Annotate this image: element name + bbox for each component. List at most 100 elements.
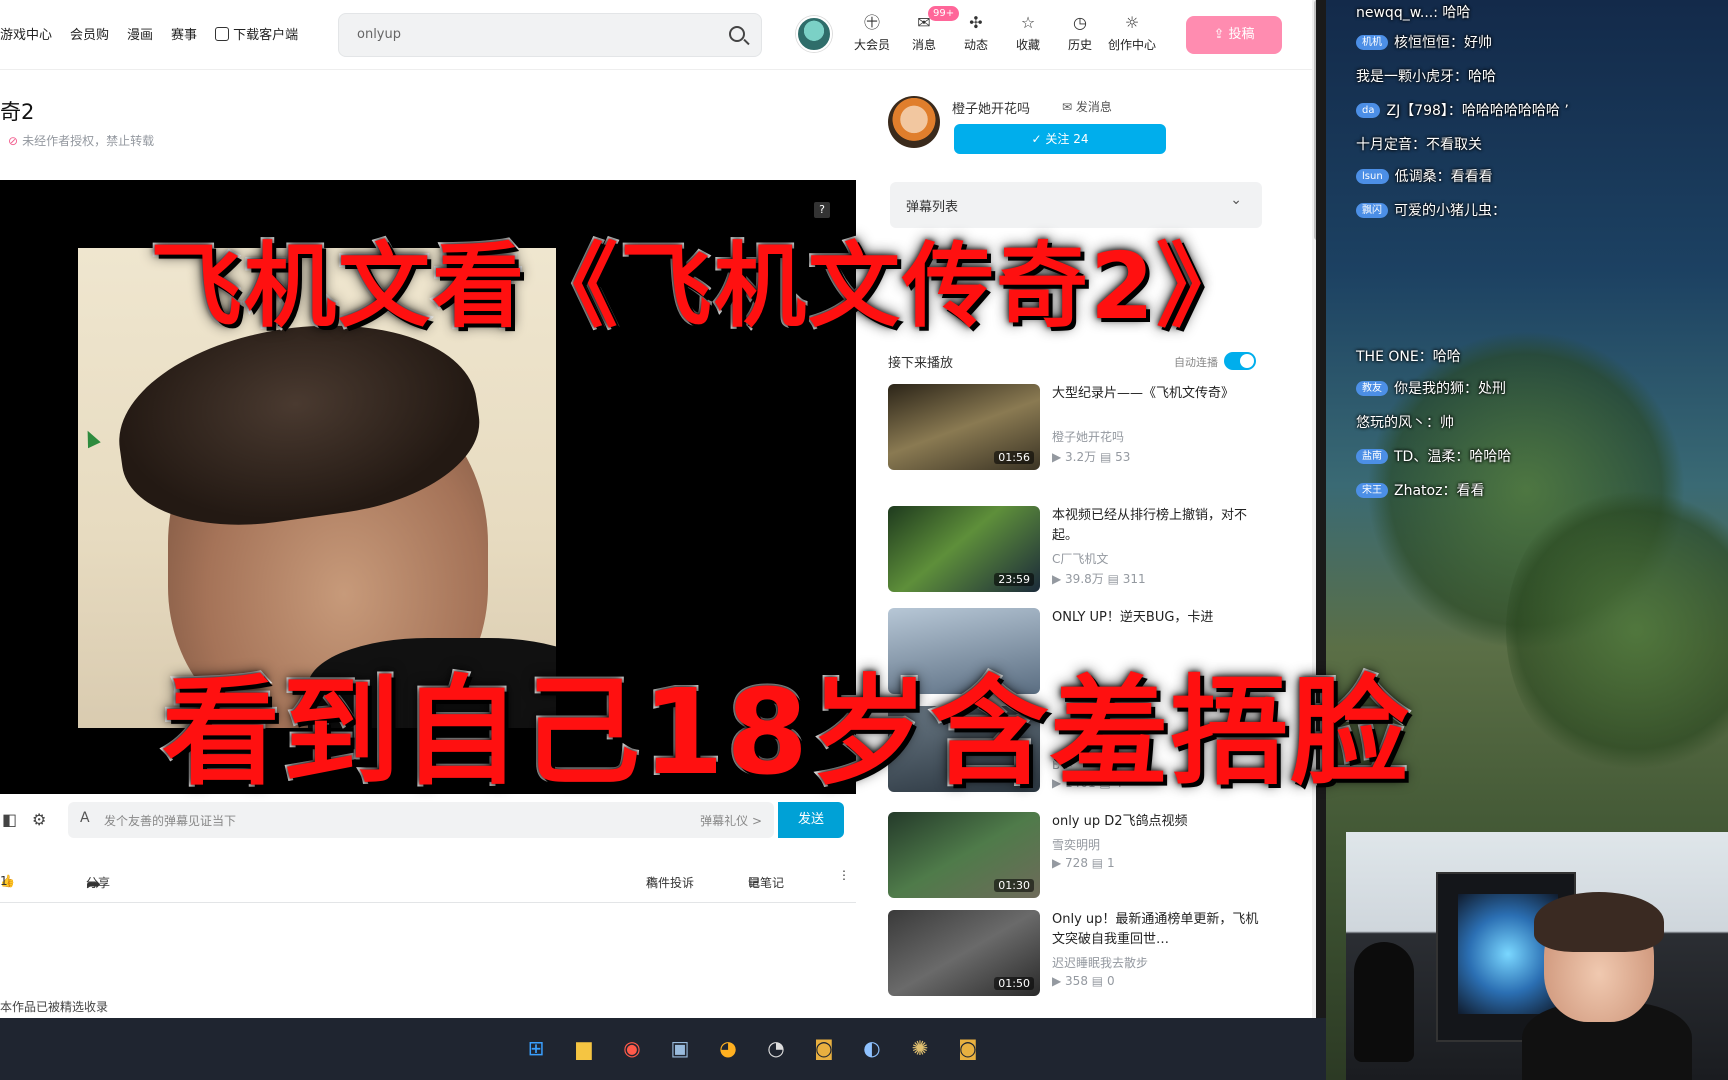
- follow-button[interactable]: ✓ 关注 24: [954, 124, 1166, 154]
- game-app-icon[interactable]: ✺: [902, 1030, 938, 1066]
- window-icon[interactable]: ▣: [662, 1030, 698, 1066]
- fan-badge: 机机: [1356, 35, 1388, 50]
- rec-thumbnail[interactable]: 01:56: [888, 384, 1040, 470]
- toolbar-history[interactable]: ◷ 历史: [1054, 14, 1106, 53]
- rec-item[interactable]: 23:59 本视频已经从排行榜上撤销，对不起。 C厂飞机文 ▶ 39.8万 ▤ …: [888, 506, 1268, 596]
- rec-thumbnail[interactable]: 01:30: [888, 812, 1040, 898]
- chat-text: 你是我的狮：处刑: [1394, 381, 1506, 397]
- toolbar-messages-label: 消息: [911, 38, 936, 52]
- danmaku-settings-icon[interactable]: ⚙: [32, 810, 46, 829]
- caption-line-1: 飞机文看《飞机文传奇2》: [148, 231, 1251, 342]
- rec-views: 728: [1065, 856, 1088, 870]
- danmaku-toggle-icon[interactable]: ◧: [2, 810, 17, 829]
- more-icon[interactable]: ⋮: [838, 868, 850, 882]
- chat-text: THE ONE：哈哈: [1356, 349, 1461, 365]
- scrollbar-thumb[interactable]: [1314, 0, 1316, 240]
- rec-title[interactable]: ONLY UP！逆天BUG，卡进: [1052, 608, 1264, 628]
- toolbar-favorites-label: 收藏: [1015, 38, 1040, 52]
- fan-badge: da: [1356, 103, 1381, 118]
- copyright-text: 未经作者授权，禁止转载: [22, 134, 155, 148]
- chat-message: 教友 你是我的狮：处刑: [1356, 378, 1506, 400]
- vip-icon: ㊉: [863, 13, 880, 32]
- rec-title[interactable]: Only up！最新通通榜单更新，飞机文突破自我重回世…: [1052, 910, 1264, 950]
- steam-icon[interactable]: ◐: [854, 1030, 890, 1066]
- upload-button[interactable]: ⇪ 投稿: [1186, 16, 1282, 54]
- toolbar-feed[interactable]: ✣ 动态: [950, 14, 1002, 53]
- live-app-icon-2[interactable]: ◙: [950, 1030, 986, 1066]
- search-box[interactable]: onlyup: [338, 13, 762, 57]
- nav-comics[interactable]: 漫画: [127, 24, 153, 43]
- play-icon: ▶: [1052, 856, 1066, 870]
- send-message-label: 发消息: [1075, 100, 1112, 114]
- rec-title[interactable]: 本视频已经从排行榜上撤销，对不起。: [1052, 506, 1264, 546]
- file-explorer-icon[interactable]: ▆: [566, 1030, 602, 1066]
- rec-duration: 01:56: [994, 451, 1034, 464]
- nav-esports[interactable]: 赛事: [171, 24, 197, 43]
- play-icon: ▶: [1052, 974, 1066, 988]
- nav-game-center[interactable]: 游戏中心: [0, 24, 52, 43]
- copyright-notice: ⊘ 未经作者授权，禁止转载: [8, 132, 154, 149]
- chevron-down-icon[interactable]: ⌄: [1230, 192, 1242, 208]
- rec-title[interactable]: 大型纪录片——《飞机文传奇》: [1052, 384, 1264, 404]
- windows-taskbar: ⊞ ▆ ◉ ▣ ◕ ◔ ◙ ◐ ✺ ◙: [0, 1018, 1326, 1080]
- fan-badge: 宋王: [1356, 483, 1388, 498]
- rec-title[interactable]: only up D2飞鸽点视频: [1052, 812, 1264, 832]
- rec-author[interactable]: 雪奕明明: [1052, 836, 1100, 853]
- streamer-webcam: [1346, 832, 1728, 1080]
- rec-stats: ▶ 3.2万 ▤ 53: [1052, 448, 1130, 465]
- bottom-text: 本作品已被精选收录: [0, 1000, 109, 1014]
- uploader-avatar[interactable]: [888, 96, 940, 148]
- rec-author[interactable]: C厂飞机文: [1052, 550, 1108, 567]
- rec-thumbnail[interactable]: 01:50: [888, 910, 1040, 996]
- user-avatar[interactable]: [796, 16, 832, 52]
- rec-item[interactable]: 01:30 only up D2飞鸽点视频 雪奕明明 ▶ 728 ▤ 1: [888, 812, 1268, 902]
- autoplay-toggle[interactable]: [1224, 352, 1256, 370]
- rec-stats: ▶ 728 ▤ 1: [1052, 856, 1115, 870]
- uploader-name[interactable]: 橙子她开花吗: [952, 98, 1030, 117]
- chat-text: newqq_w...: 哈哈: [1356, 5, 1471, 21]
- download-icon: [215, 27, 230, 41]
- like-count: 1: [0, 874, 8, 888]
- send-message-link[interactable]: ✉ 发消息: [1062, 98, 1112, 115]
- page-scrollbar[interactable]: [1312, 0, 1316, 1018]
- danmaku-etiquette-link[interactable]: 弹幕礼仪 >: [700, 812, 762, 829]
- fan-badge: 盐南: [1356, 449, 1388, 464]
- fan-badge: 飘闪: [1356, 203, 1388, 218]
- chat-message: 悠玩的风丶：帅: [1356, 412, 1454, 434]
- bird-app-icon[interactable]: ◕: [710, 1030, 746, 1066]
- chat-message: newqq_w...: 哈哈: [1356, 2, 1470, 24]
- toolbar-vip[interactable]: ㊉大会员: [846, 14, 898, 53]
- rec-duration: 01:30: [994, 879, 1034, 892]
- rec-author[interactable]: 迟迟睡眠我去散步: [1052, 954, 1148, 971]
- video-title: 奇2: [0, 100, 35, 124]
- rec-author[interactable]: 橙子她开花吗: [1052, 428, 1124, 445]
- toolbar-creator[interactable]: ☼ 创作中心: [1106, 14, 1158, 53]
- clock-app-icon[interactable]: ◔: [758, 1030, 794, 1066]
- autoplay-row: 接下来播放 自动连播: [888, 350, 1260, 374]
- divider: [0, 902, 856, 903]
- live-app-icon[interactable]: ◙: [806, 1030, 842, 1066]
- search-input[interactable]: onlyup: [357, 27, 401, 42]
- share-label: 分享: [86, 876, 111, 890]
- toolbar-messages[interactable]: ✉ 99+ 消息: [898, 6, 960, 53]
- font-style-icon[interactable]: A: [80, 810, 90, 826]
- rec-item[interactable]: 01:56 大型纪录片——《飞机文传奇》 橙子她开花吗 ▶ 3.2万 ▤ 53: [888, 384, 1268, 474]
- nav-mall[interactable]: 会员购: [70, 24, 109, 43]
- rec-item[interactable]: 01:50 Only up！最新通通榜单更新，飞机文突破自我重回世… 迟迟睡眠我…: [888, 910, 1268, 1000]
- send-button[interactable]: 发送: [778, 802, 844, 838]
- chat-text: 可爱的小猪儿虫：: [1394, 203, 1506, 219]
- report-label: 稿件投诉: [646, 876, 695, 890]
- nav-download-client[interactable]: 下载客户端: [215, 24, 298, 43]
- toolbar-favorites[interactable]: ☆ 收藏: [1002, 14, 1054, 53]
- screen: 游戏中心 会员购 漫画 赛事 下载客户端 onlyup ㊉大会员 ✉ 99+ 消息 …: [0, 0, 1728, 1080]
- caption-line-2: 看到自己18岁含羞捂脸: [160, 661, 1411, 803]
- danmaku-icon: ▤: [1091, 856, 1107, 870]
- play-icon: ▶: [1052, 450, 1066, 464]
- windows-start-icon[interactable]: ⊞: [518, 1030, 554, 1066]
- chat-message: 宋王 Zhatoz：看看: [1356, 480, 1484, 502]
- taskbar-apps: ⊞ ▆ ◉ ▣ ◕ ◔ ◙ ◐ ✺ ◙: [518, 1030, 986, 1066]
- danmaku-input[interactable]: A 发个友善的弹幕见证当下 弹幕礼仪 >: [68, 802, 774, 838]
- rec-thumbnail[interactable]: 23:59: [888, 506, 1040, 592]
- search-icon[interactable]: [729, 26, 745, 42]
- chrome-icon[interactable]: ◉: [614, 1030, 650, 1066]
